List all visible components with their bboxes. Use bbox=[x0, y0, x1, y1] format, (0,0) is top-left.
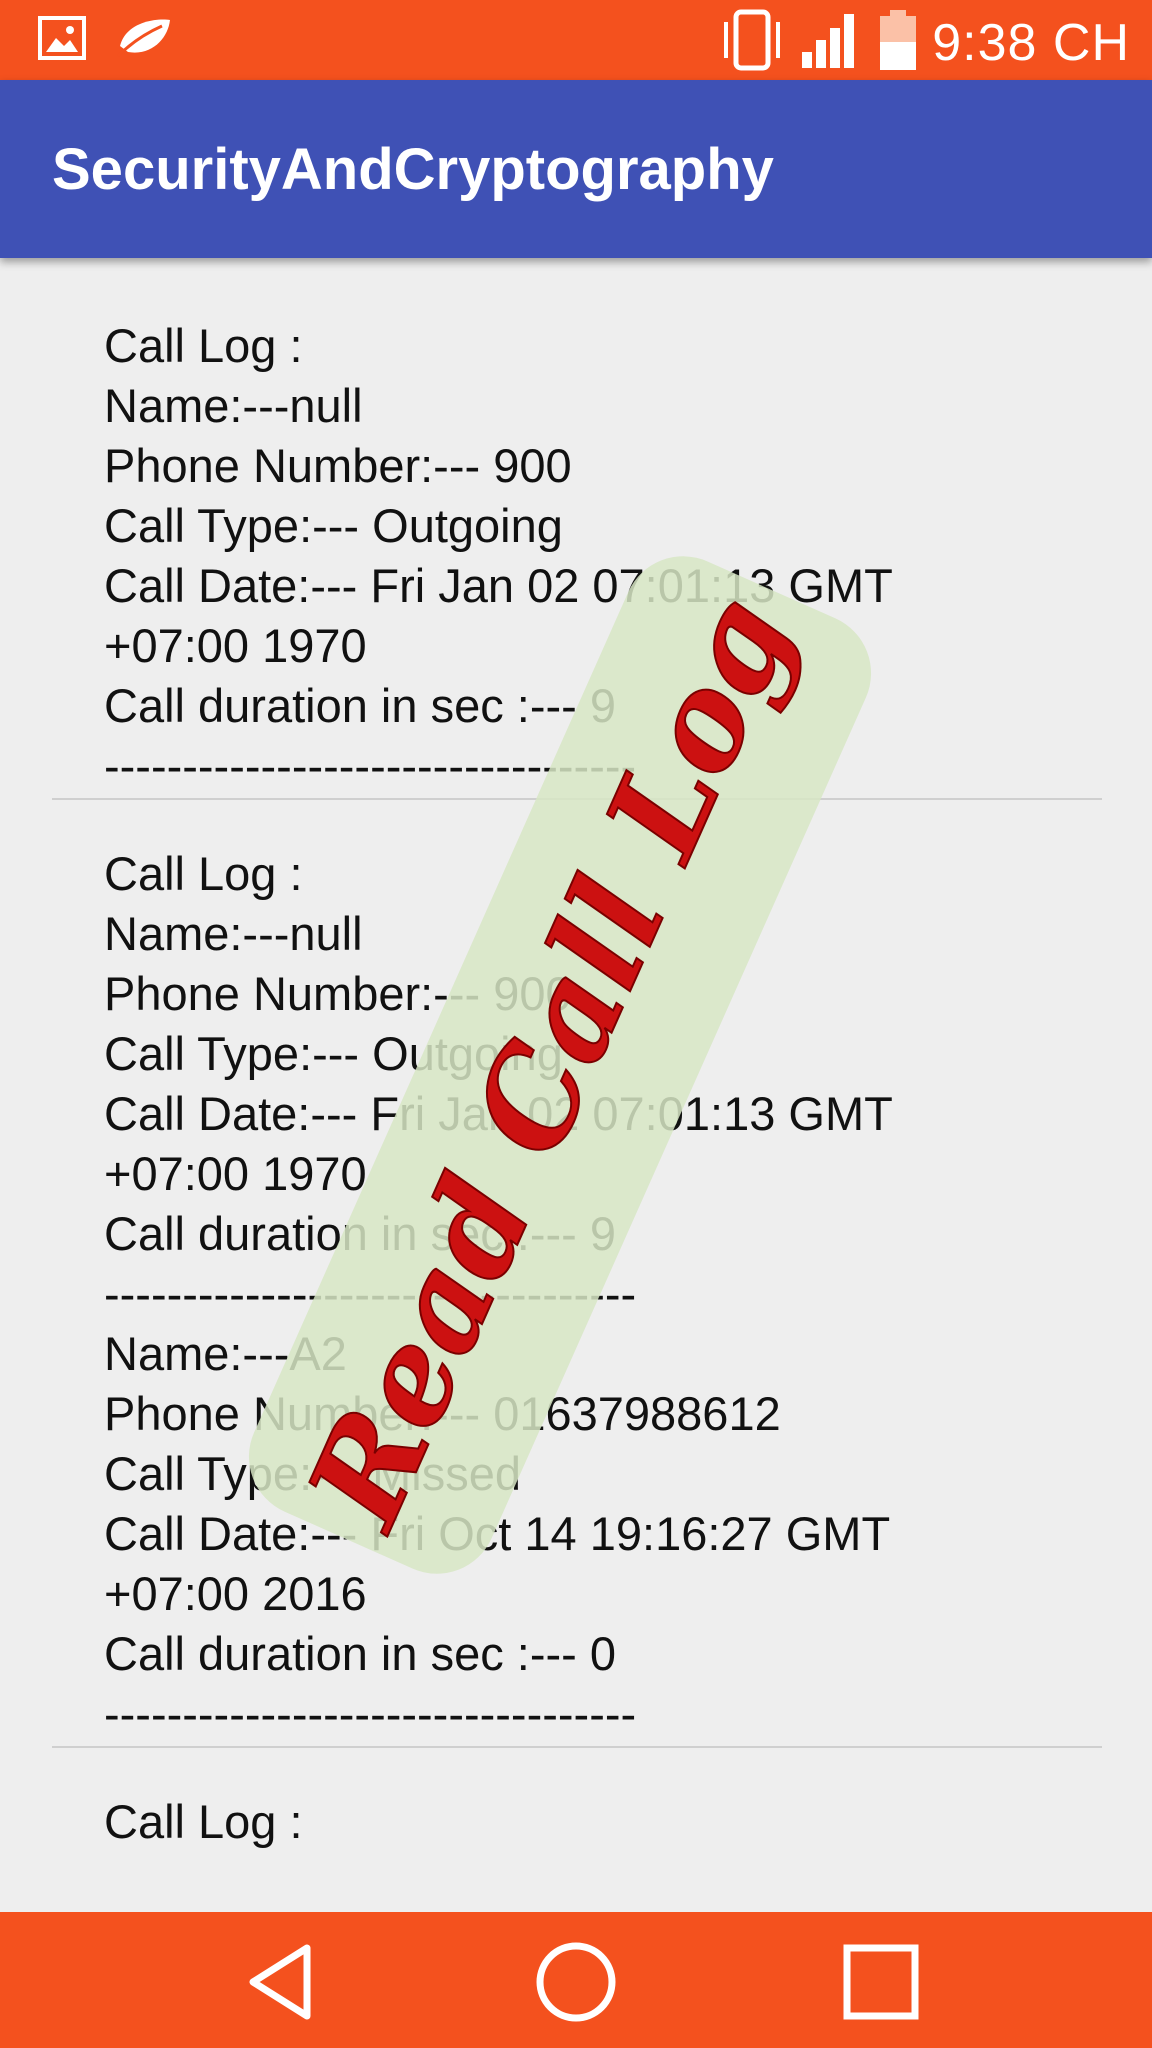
call-log-line: Name:---null bbox=[104, 907, 363, 960]
call-log-line: Phone Number:--- 01637988612 bbox=[104, 1387, 781, 1440]
call-log-list[interactable]: Call Log : Name:---null Phone Number:--- 9… bbox=[52, 258, 1102, 1860]
signal-icon bbox=[800, 8, 864, 77]
call-log-line: Name:---null bbox=[104, 1852, 1102, 1860]
recents-button[interactable] bbox=[826, 1942, 936, 2022]
call-log-line: Phone Number:--- 900 bbox=[104, 967, 572, 1020]
app-title: SecurityAndCryptography bbox=[52, 137, 774, 202]
back-button[interactable] bbox=[226, 1942, 336, 2022]
battery-icon bbox=[876, 8, 920, 77]
call-log-line: Call duration in sec :--- 0 bbox=[104, 1627, 616, 1680]
navigation-bar bbox=[0, 1912, 1152, 2048]
call-log-line: ---------------------------------- bbox=[104, 739, 637, 792]
call-log-line: ---------------------------------- bbox=[104, 1687, 637, 1740]
call-log-line: Call Log : bbox=[104, 319, 303, 372]
vibrate-icon bbox=[718, 8, 788, 77]
call-log-entry: Call Log : Name:---null Phone Number:--- 9… bbox=[52, 800, 1102, 1748]
call-log-line: +07:00 1970 bbox=[104, 619, 367, 672]
status-bar: 9:38 CH bbox=[0, 0, 1152, 80]
call-log-line: Call duration in sec :--- 9 bbox=[104, 1207, 616, 1260]
app-bar: SecurityAndCryptography bbox=[0, 80, 1152, 258]
call-log-list-container[interactable]: Call Log : Name:---null Phone Number:--- 9… bbox=[0, 258, 1152, 1860]
gallery-icon bbox=[38, 16, 86, 65]
call-log-entry: Call Log : Name:---null Phone Number:--- 9… bbox=[52, 258, 1102, 800]
call-log-line: Call Date:--- Fri Oct 14 19:16:27 GMT bbox=[104, 1507, 891, 1560]
call-log-line: ---------------------------------- bbox=[104, 1267, 637, 1320]
recents-icon bbox=[843, 1944, 919, 2020]
call-log-entry: Call Log :Name:---nullPhone Number:--- 9… bbox=[52, 1748, 1102, 1860]
call-log-line: Call Type:--- Outgoing bbox=[104, 1027, 563, 1080]
call-log-line: Call Date:--- Fri Jan 02 07:01:13 GMT bbox=[104, 1087, 893, 1140]
call-log-line: Name:---null bbox=[104, 379, 363, 432]
call-log-line: Phone Number:--- 900 bbox=[104, 439, 572, 492]
home-icon bbox=[536, 1942, 616, 2022]
leaf-icon bbox=[116, 16, 172, 65]
call-log-line: Call Date:--- Fri Jan 02 07:01:13 GMT bbox=[104, 559, 893, 612]
call-log-line: Call Log : bbox=[104, 847, 303, 900]
back-icon bbox=[249, 1944, 311, 2020]
call-log-line: Call Type:--- Outgoing bbox=[104, 499, 563, 552]
call-log-line: +07:00 1970 bbox=[104, 1147, 367, 1200]
call-log-line: Call duration in sec :--- 9 bbox=[104, 679, 616, 732]
call-log-line: +07:00 2016 bbox=[104, 1567, 367, 1620]
call-log-line: Call Type:--- Missed bbox=[104, 1447, 522, 1500]
call-log-line: Name:---A2 bbox=[104, 1327, 347, 1380]
status-time: 9:38 CH bbox=[932, 13, 1130, 72]
call-log-line: Call Log : bbox=[104, 1795, 303, 1848]
home-button[interactable] bbox=[521, 1942, 631, 2022]
